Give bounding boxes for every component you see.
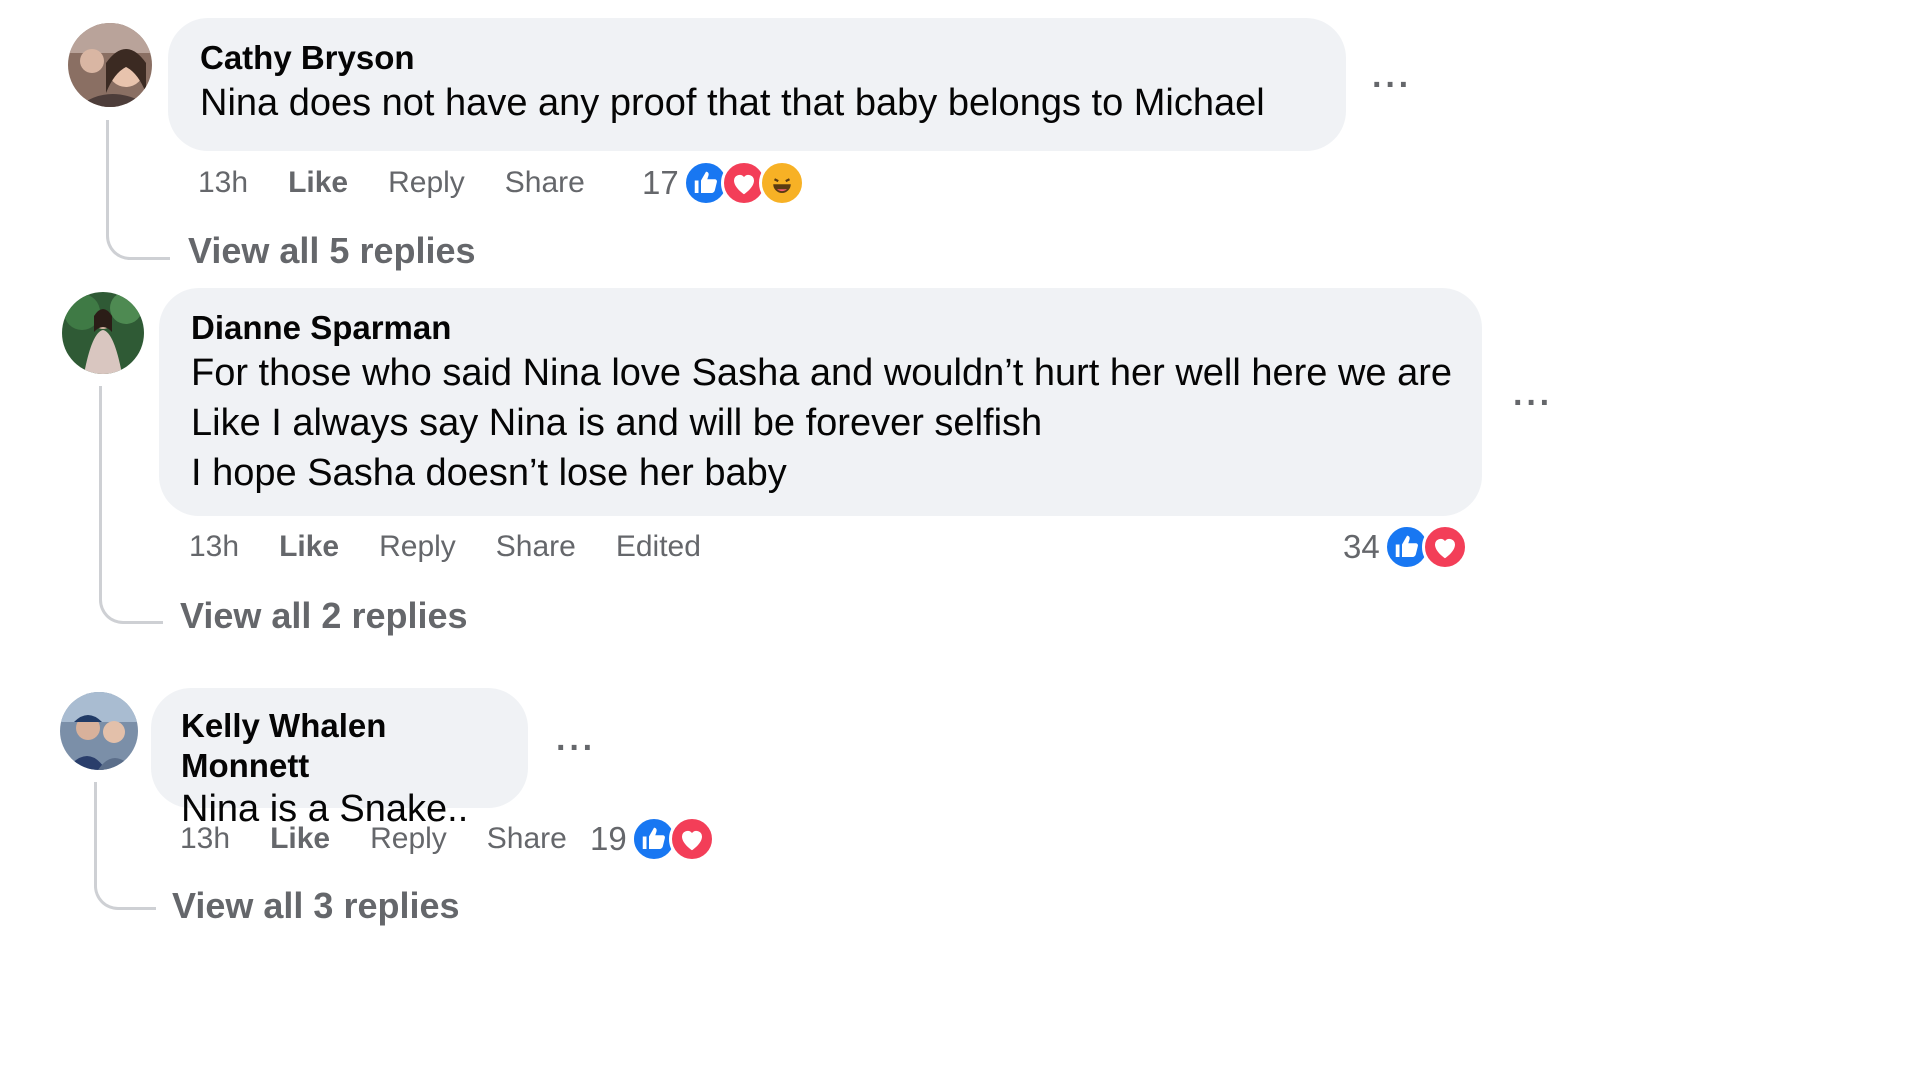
comment-thread: Cathy Bryson Nina does not have any proo… (0, 0, 1920, 1080)
comment-kelly-whalen-monnett: Kelly Whalen Monnett Nina is a Snake.. ·… (0, 0, 1920, 940)
share-button[interactable]: Share (487, 822, 567, 856)
love-reaction-icon (668, 816, 715, 862)
comment-author[interactable]: Kelly Whalen Monnett (181, 706, 498, 786)
avatar-photo (60, 692, 138, 770)
reaction-count: 19 (590, 820, 627, 857)
more-options-button[interactable]: ··· (556, 731, 596, 765)
comment-actions: 13h Like Reply Share (180, 814, 607, 864)
timestamp[interactable]: 13h (180, 822, 230, 856)
reactions-summary[interactable]: 19 (590, 814, 715, 864)
avatar[interactable] (60, 692, 138, 770)
comment-bubble: Kelly Whalen Monnett Nina is a Snake.. (151, 688, 528, 830)
reply-button[interactable]: Reply (370, 822, 447, 856)
reply-connector (94, 782, 156, 910)
like-button[interactable]: Like (270, 822, 330, 856)
view-replies-link[interactable]: View all 3 replies (172, 885, 460, 927)
